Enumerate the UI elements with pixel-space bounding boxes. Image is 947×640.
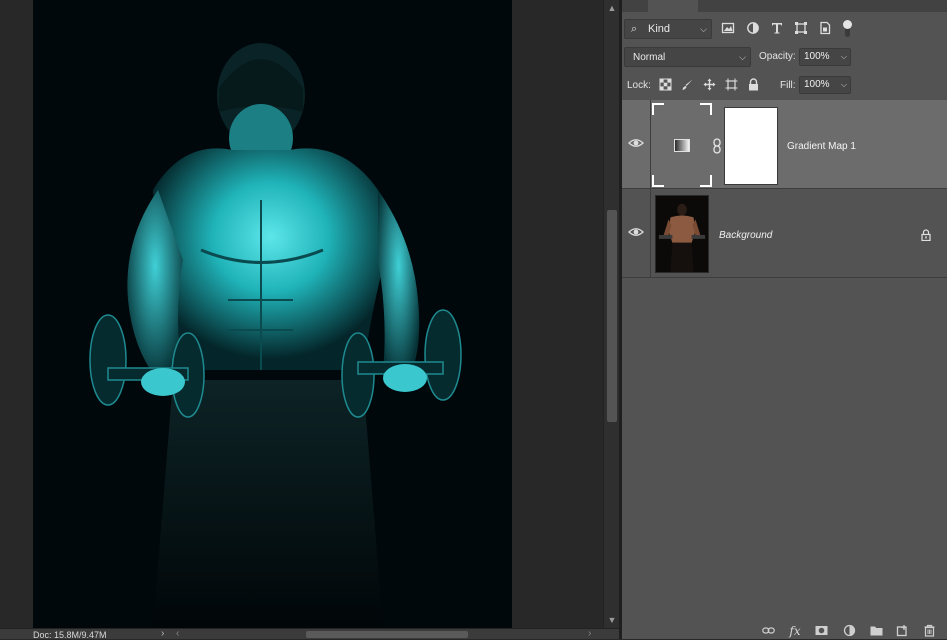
eye-icon[interactable]	[628, 136, 644, 150]
new-adjustment-layer-icon[interactable]	[841, 624, 857, 638]
shape-filter-icon[interactable]	[793, 21, 809, 37]
horizontal-scroll-thumb[interactable]	[306, 631, 468, 638]
smart-object-filter-icon[interactable]	[817, 21, 833, 37]
lock-artboard-icon[interactable]	[725, 78, 739, 92]
chain-link-icon[interactable]	[712, 138, 722, 154]
image-filter-icon[interactable]	[720, 21, 736, 37]
fill-input[interactable]: 100% ⌵	[799, 76, 851, 94]
fill-label: Fill:	[780, 80, 796, 91]
layer-row-background[interactable]: Background	[622, 189, 947, 278]
adjustment-layer-thumbnail[interactable]	[652, 103, 712, 187]
vertical-scroll-thumb[interactable]	[607, 210, 617, 422]
scroll-down-arrow-icon[interactable]: ▼	[604, 614, 620, 626]
gradient-map-icon	[674, 139, 690, 152]
scroll-right-arrow-icon[interactable]: ›	[588, 628, 591, 639]
layers-panel-footer: fx	[622, 623, 947, 639]
chevron-down-icon: ⌵	[700, 24, 707, 34]
lock-all-icon[interactable]	[747, 78, 761, 92]
lock-image-pixels-icon[interactable]	[681, 78, 695, 92]
cyan-photo-graphic	[33, 0, 512, 628]
status-bar: Doc: 15.8M/9.47M › ‹ ›	[0, 628, 619, 640]
lock-icon[interactable]	[920, 229, 932, 242]
eye-icon[interactable]	[628, 225, 644, 239]
tab-layers[interactable]	[648, 0, 698, 12]
add-mask-icon[interactable]	[813, 624, 829, 638]
layer-name[interactable]: Gradient Map 1	[787, 141, 856, 152]
filter-toggle-switch[interactable]	[843, 19, 853, 39]
chevron-down-icon[interactable]: ⌵	[841, 80, 847, 90]
layer-name[interactable]: Background	[719, 230, 772, 241]
layer-filter-row: ⌕ Kind ⌵	[622, 17, 947, 41]
chevron-down-icon[interactable]: ⌵	[841, 52, 847, 62]
visibility-column-divider	[650, 100, 651, 188]
lock-label: Lock:	[627, 80, 651, 91]
new-group-folder-icon[interactable]	[868, 624, 884, 638]
new-layer-icon[interactable]	[894, 624, 910, 638]
layer-list: Gradient Map 1 Background	[622, 100, 947, 280]
opacity-input[interactable]: 100% ⌵	[799, 48, 851, 66]
adjustment-filter-icon[interactable]	[745, 21, 761, 37]
panel-tab-bar	[622, 0, 947, 12]
layer-mask-thumbnail[interactable]	[724, 107, 778, 185]
status-menu-arrow-icon[interactable]: ›	[161, 628, 164, 639]
vertical-scrollbar[interactable]: ▲ ▼	[603, 0, 619, 628]
fill-value: 100%	[804, 79, 830, 90]
link-layers-icon[interactable]	[760, 624, 776, 638]
lock-row: Lock: Fill: 100% ⌵	[622, 73, 947, 97]
layers-panel: ⌕ Kind ⌵ Normal ⌵ Opacity: 100% ⌵ Lock: …	[622, 0, 947, 639]
canvas-area[interactable]	[0, 0, 603, 628]
bodybuilder-thumbnail-graphic	[656, 196, 708, 272]
scroll-up-arrow-icon[interactable]: ▲	[604, 2, 620, 14]
blend-row: Normal ⌵ Opacity: 100% ⌵	[622, 45, 947, 69]
document-image[interactable]	[33, 0, 512, 628]
kind-filter-label: Kind	[648, 23, 671, 35]
layer-row-gradient-map[interactable]: Gradient Map 1	[622, 100, 947, 189]
opacity-label: Opacity:	[759, 51, 796, 62]
scroll-left-arrow-icon[interactable]: ‹	[176, 628, 179, 639]
blend-mode-value: Normal	[633, 52, 666, 63]
lock-transparent-pixels-icon[interactable]	[659, 78, 673, 92]
visibility-column-divider	[650, 189, 651, 277]
lock-position-icon[interactable]	[703, 78, 717, 92]
search-icon: ⌕	[631, 23, 638, 35]
kind-filter-select[interactable]: ⌕ Kind ⌵	[624, 19, 712, 39]
fx-icon[interactable]: fx	[787, 624, 803, 638]
background-layer-thumbnail[interactable]	[655, 195, 709, 273]
opacity-value: 100%	[804, 51, 830, 62]
delete-layer-icon[interactable]	[921, 624, 937, 638]
type-filter-icon[interactable]	[769, 21, 785, 37]
chevron-down-icon: ⌵	[739, 52, 746, 62]
blend-mode-select[interactable]: Normal ⌵	[624, 47, 751, 67]
